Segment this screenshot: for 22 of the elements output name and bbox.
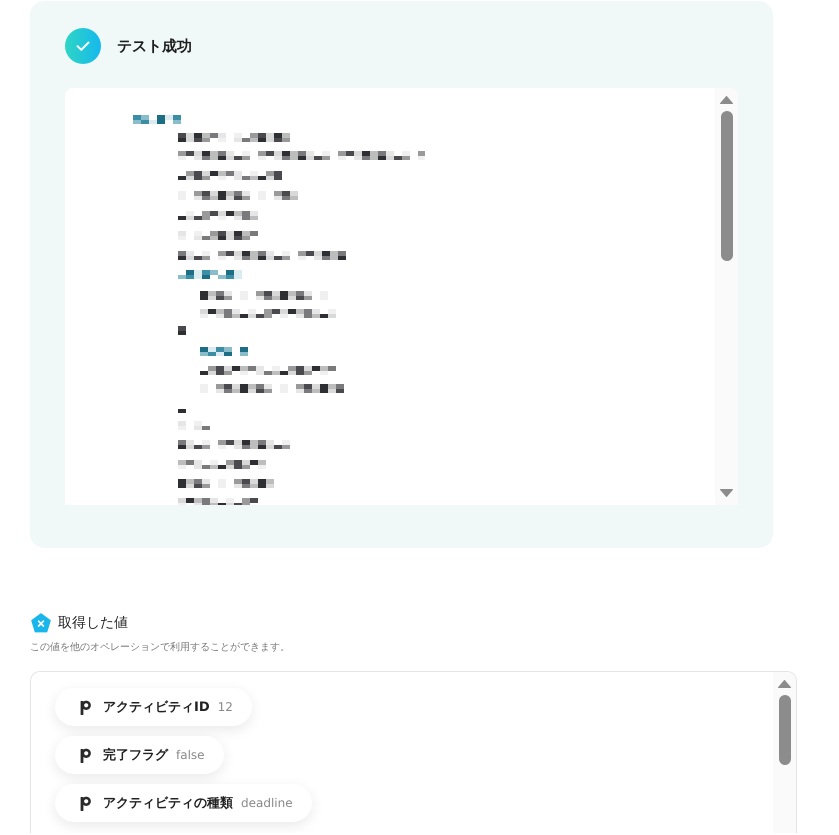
chip-label: 完了フラグ bbox=[103, 746, 168, 764]
success-check-icon bbox=[65, 28, 101, 64]
chip-label: アクティビティの種類 bbox=[103, 795, 233, 812]
x-pentagon-icon bbox=[31, 613, 51, 633]
section-title: 取得した値 bbox=[58, 614, 128, 633]
logo-icon bbox=[80, 748, 91, 762]
section-description: この値を他のオペレーションで利用することができます。 bbox=[30, 641, 290, 655]
result-title: テスト成功 bbox=[117, 36, 192, 56]
chip-value: deadline bbox=[241, 796, 293, 810]
chip-value: 12 bbox=[218, 700, 233, 714]
logo-icon bbox=[80, 796, 91, 810]
chip-value: false bbox=[176, 748, 205, 762]
value-chip[interactable]: アクティビティID 12 bbox=[55, 688, 252, 726]
scroll-down-icon[interactable] bbox=[720, 489, 733, 497]
scroll-up-icon[interactable] bbox=[720, 96, 733, 104]
value-chip[interactable]: 完了フラグ false bbox=[55, 736, 224, 774]
logo-icon bbox=[80, 700, 91, 714]
value-chip[interactable]: アクティビティの種類 deadline bbox=[55, 784, 312, 822]
scrollbar-thumb[interactable] bbox=[778, 695, 790, 765]
scroll-up-icon[interactable] bbox=[778, 680, 791, 688]
scrollbar-thumb[interactable] bbox=[720, 111, 732, 261]
chip-label: アクティビティID bbox=[103, 699, 210, 716]
